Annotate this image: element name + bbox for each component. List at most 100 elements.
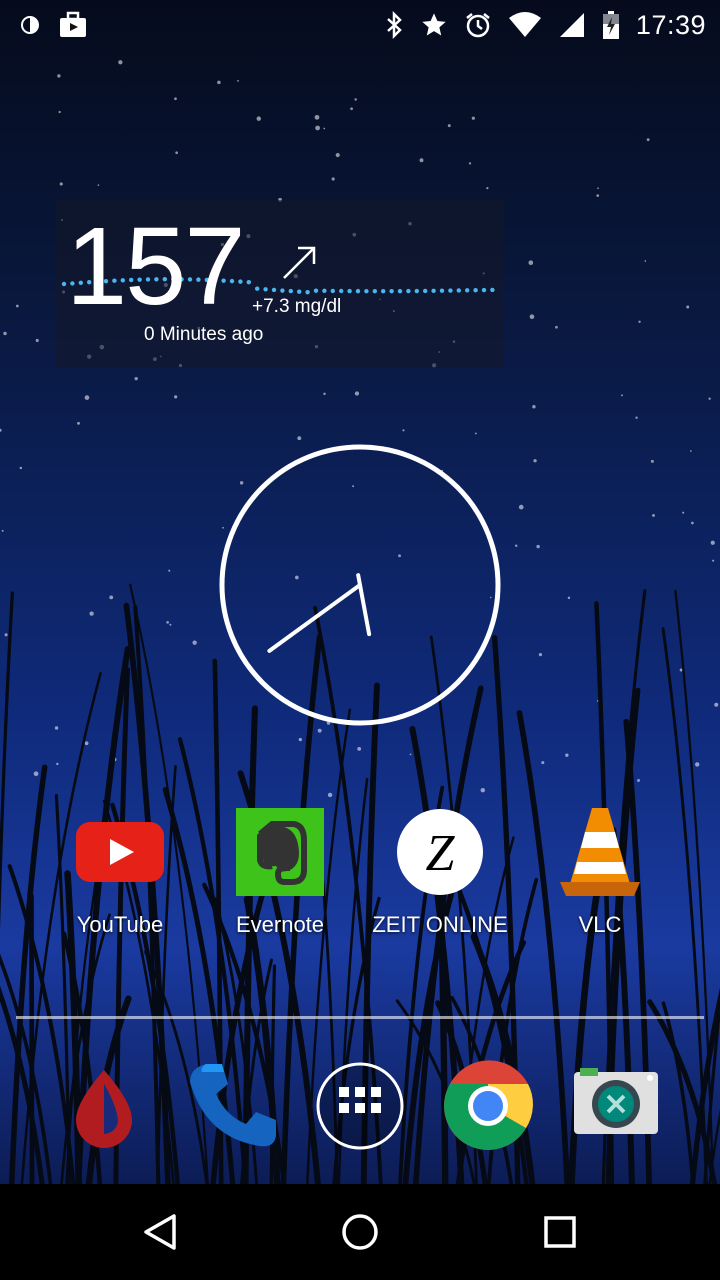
star-speck [335, 153, 340, 158]
trend-dot [288, 288, 293, 294]
star-speck [532, 405, 536, 409]
back-button[interactable] [136, 1208, 184, 1256]
trend-dot [431, 288, 436, 294]
star-speck [327, 792, 333, 798]
trend-dot [381, 288, 386, 294]
trend-dot [364, 288, 369, 294]
star-speck [354, 98, 357, 101]
app-youtube[interactable]: YouTube [40, 800, 200, 938]
dock-chrome[interactable] [440, 1058, 536, 1154]
star-speck [536, 544, 540, 549]
star-speck [3, 331, 7, 336]
svg-text:Z: Z [426, 825, 456, 882]
trend-dot [355, 288, 361, 294]
back-icon [136, 1214, 184, 1260]
star-speck [169, 623, 172, 626]
app-evernote[interactable]: Evernote [200, 800, 360, 938]
recents-icon [536, 1216, 584, 1260]
star-speck [174, 395, 178, 399]
star-speck [166, 621, 169, 624]
star-speck [331, 177, 335, 181]
trend-dot [255, 286, 260, 291]
star-speck [323, 392, 326, 396]
star-speck [652, 513, 655, 517]
star-speck [514, 544, 518, 548]
wifi-icon [508, 12, 542, 38]
star-speck [19, 466, 23, 470]
star-speck [77, 421, 80, 425]
glucose-widget[interactable]: 157 +7.3 mg/dl 0 Minutes ago [56, 200, 504, 368]
star-speck [4, 633, 8, 637]
star-speck [447, 124, 451, 128]
trend-dot [330, 288, 335, 294]
star-speck [174, 97, 177, 101]
star-speck [168, 569, 171, 572]
star-speck [635, 416, 638, 419]
trend-dot [280, 288, 285, 293]
blood-drop-app-icon [56, 1070, 152, 1158]
vlc-icon [552, 804, 648, 900]
glucose-delta: +7.3 mg/dl [252, 296, 342, 317]
dock-phone[interactable] [184, 1058, 280, 1154]
bluetooth-icon [384, 11, 404, 39]
star-speck [644, 260, 647, 262]
star-speck [638, 320, 641, 324]
star-speck [323, 127, 326, 130]
star-speck [419, 158, 424, 163]
drip-notification-icon [18, 13, 42, 37]
dock-app-drawer[interactable] [312, 1058, 408, 1154]
trend-dot [448, 288, 453, 293]
star-speck [710, 540, 715, 545]
star-speck [256, 116, 261, 121]
star-speck [528, 260, 534, 266]
navigation-bar [0, 1184, 720, 1280]
star-speck [84, 395, 90, 400]
evernote-icon [232, 804, 328, 900]
star-speck [650, 459, 654, 463]
home-button[interactable] [336, 1208, 384, 1256]
star-speck [691, 521, 694, 525]
star-speck [708, 397, 711, 400]
star-speck [646, 138, 650, 142]
trend-dot [397, 288, 403, 294]
star-speck [621, 394, 623, 397]
star-speck [474, 432, 477, 435]
app-label: VLC [578, 912, 622, 937]
dock-blood-drop-app[interactable] [56, 1058, 152, 1154]
home-icon [336, 1214, 384, 1260]
star-speck [314, 114, 320, 120]
star-speck [54, 726, 59, 730]
dock-camera[interactable] [568, 1058, 664, 1154]
trend-dot [473, 287, 478, 293]
app-zeit-online[interactable]: Z ZEIT ONLINE [360, 800, 520, 938]
analog-clock-widget[interactable] [218, 443, 502, 727]
camera-icon [568, 1068, 664, 1158]
star-speck [686, 305, 690, 309]
app-label: ZEIT ONLINE [372, 912, 508, 937]
recents-button[interactable] [536, 1208, 584, 1256]
star-speck [518, 504, 524, 510]
star-speck [682, 511, 685, 514]
star-speck [35, 338, 39, 343]
star-speck [679, 668, 683, 672]
trend-dot [263, 287, 268, 292]
star-speck [596, 194, 600, 197]
trend-dot [481, 287, 487, 293]
star-speck [237, 80, 239, 82]
star-speck [0, 428, 2, 432]
star-speck [89, 611, 94, 616]
trend-dot [490, 287, 495, 293]
app-label: YouTube [76, 912, 164, 937]
glucose-value: 157 [66, 205, 246, 328]
trend-dot [372, 288, 377, 294]
star-speck [118, 60, 123, 65]
briefcase-notification-icon [58, 11, 88, 39]
star-speck [56, 762, 59, 766]
star-speck [217, 80, 221, 85]
star-speck [58, 110, 61, 114]
dock-divider [16, 1016, 704, 1019]
status-bar[interactable]: 17:39 [0, 0, 720, 50]
status-left [18, 11, 88, 39]
app-vlc[interactable]: VLC [520, 800, 680, 938]
home-app-row: YouTube Evernote Z ZEIT ONLINE VLC [0, 800, 720, 950]
